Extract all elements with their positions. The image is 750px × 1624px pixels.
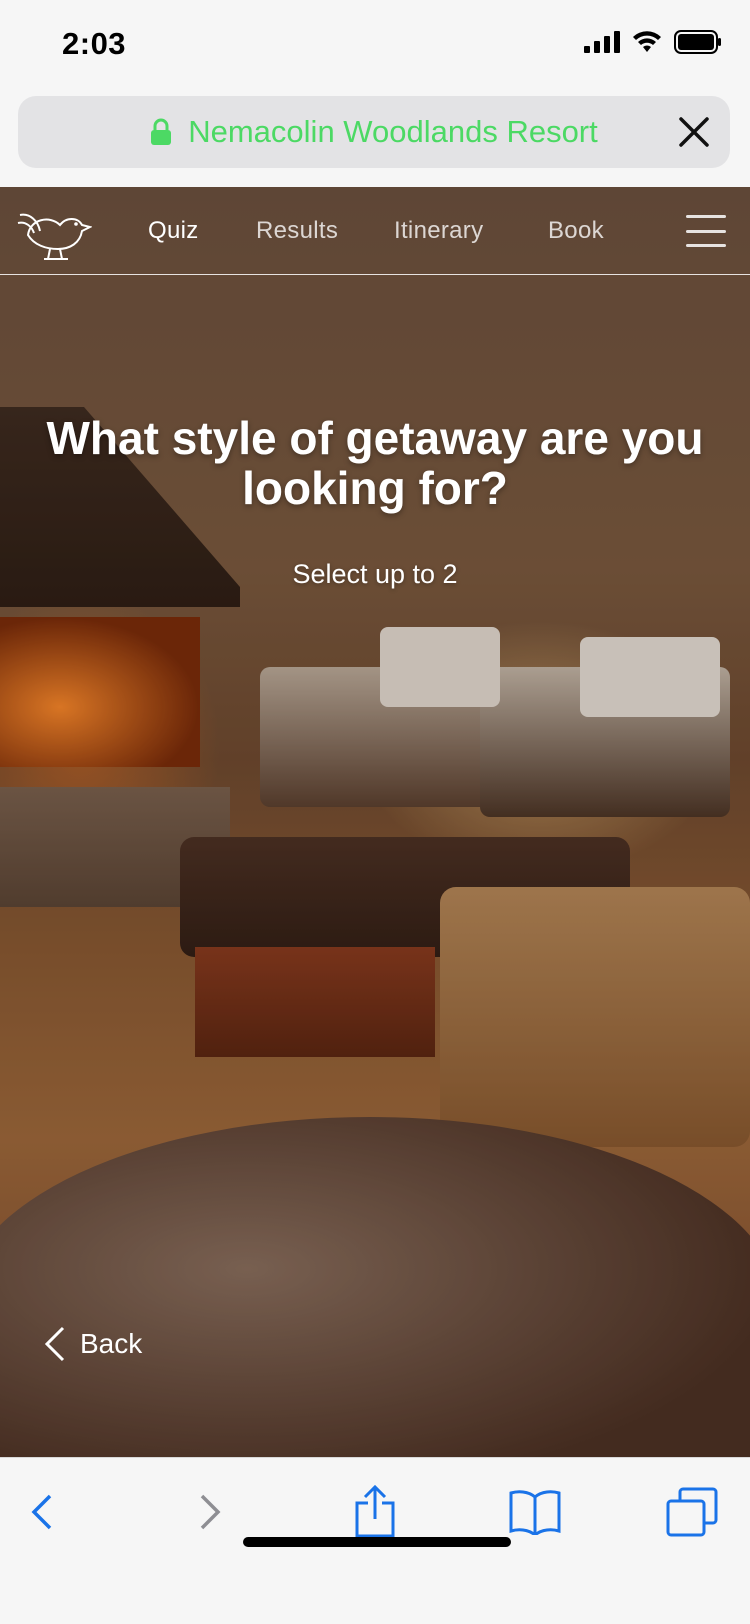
nav-quiz[interactable]: Quiz bbox=[148, 217, 199, 245]
close-icon[interactable] bbox=[676, 114, 712, 150]
browser-address-bar: Nemacolin Woodlands Resort bbox=[0, 90, 750, 187]
url-text: Nemacolin Woodlands Resort bbox=[188, 114, 598, 149]
quiz-question: What style of getaway are you looking fo… bbox=[46, 412, 704, 514]
nav-book[interactable]: Book bbox=[548, 217, 604, 245]
back-button[interactable]: Back bbox=[44, 1326, 142, 1362]
wifi-icon bbox=[633, 31, 661, 52]
back-label: Back bbox=[80, 1328, 143, 1359]
site-nav: Quiz Results Itinerary Book bbox=[0, 187, 750, 275]
hero-overlay bbox=[0, 187, 750, 1457]
tabs-icon[interactable] bbox=[662, 1482, 722, 1542]
hamburger-menu-icon[interactable] bbox=[686, 215, 726, 247]
bird-logo-icon[interactable] bbox=[16, 205, 92, 261]
status-icons bbox=[584, 30, 722, 54]
bookmarks-icon[interactable] bbox=[505, 1482, 565, 1542]
url-field[interactable]: Nemacolin Woodlands Resort bbox=[18, 96, 730, 168]
back-arrow-icon[interactable] bbox=[12, 1482, 72, 1542]
battery-icon bbox=[674, 30, 721, 54]
lock-icon bbox=[151, 118, 172, 145]
home-indicator[interactable] bbox=[243, 1537, 511, 1547]
status-time: 2:03 bbox=[62, 26, 127, 61]
nav-results[interactable]: Results bbox=[256, 217, 338, 245]
forward-arrow-icon[interactable] bbox=[180, 1482, 240, 1542]
share-icon[interactable] bbox=[345, 1482, 405, 1542]
nav-itinerary[interactable]: Itinerary bbox=[394, 217, 483, 245]
mobile-screen: 2:03 Nemacolin Woodlands Resort Quiz Res… bbox=[0, 0, 750, 1624]
cellular-signal-icon bbox=[584, 31, 620, 53]
quiz-instruction: Select up to 2 bbox=[292, 559, 458, 589]
quiz-hero: Quiz Results Itinerary Book What style o… bbox=[0, 187, 750, 1457]
chevron-left-icon bbox=[44, 1326, 65, 1362]
status-bar: 2:03 bbox=[0, 0, 750, 90]
